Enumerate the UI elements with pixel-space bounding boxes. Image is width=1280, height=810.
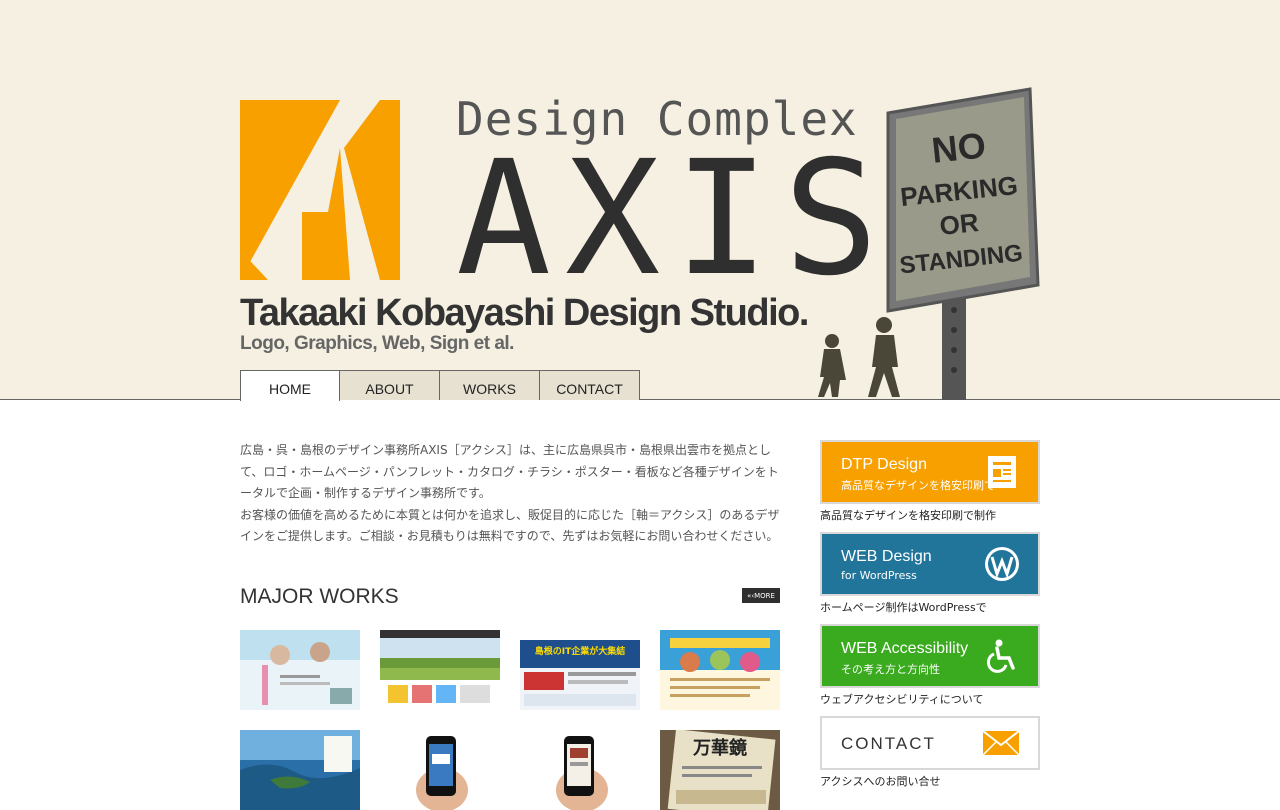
intro-paragraph-1: 広島・呉・島根のデザイン事務所AXIS［アクシス］は、主に広島県呉市・島根県出雲… xyxy=(240,443,779,500)
dtp-design-subtitle: 高品質なデザインを格安印刷で xyxy=(841,479,995,492)
sign-line-3: OR xyxy=(938,207,980,241)
document-icon xyxy=(988,456,1016,488)
work-thumbnail-5[interactable] xyxy=(240,730,360,810)
work-thumbnail-6[interactable] xyxy=(380,730,500,810)
dtp-design-caption[interactable]: 高品質なデザインを格安印刷で制作 xyxy=(820,509,1040,522)
web-design-caption[interactable]: ホームページ制作はWordPressで xyxy=(820,601,1040,614)
work-thumbnail-3[interactable]: 島根のIT企業が大集結 xyxy=(520,630,640,710)
intro-text: 広島・呉・島根のデザイン事務所AXIS［アクシス］は、主に広島県呉市・島根県出雲… xyxy=(240,440,785,548)
dtp-design-title: DTP Design xyxy=(841,456,927,473)
web-accessibility-banner[interactable]: WEB Accessibility その考え方と方向性 xyxy=(820,624,1040,688)
web-design-subtitle: for WordPress xyxy=(841,569,917,582)
no-parking-sign-illustration: NO PARKING OR STANDING xyxy=(818,87,1040,400)
nav-tab-home[interactable]: HOME xyxy=(240,370,340,401)
dtp-design-banner[interactable]: DTP Design 高品質なデザインを格安印刷で xyxy=(820,440,1040,504)
web-design-title: WEB Design xyxy=(841,548,932,565)
contact-banner[interactable]: CONTACT xyxy=(820,716,1040,770)
web-accessibility-title: WEB Accessibility xyxy=(841,640,969,657)
web-accessibility-caption[interactable]: ウェブアクセシビリティについて xyxy=(820,693,1040,706)
work-thumbnail-4[interactable] xyxy=(660,630,780,710)
nav-tab-contact[interactable]: CONTACT xyxy=(540,370,640,400)
web-design-banner[interactable]: WEB Design for WordPress xyxy=(820,532,1040,596)
intro-paragraph-2: お客様の価値を高めるために本質とは何かを追求し、販促目的に応じた［軸＝アクシス］… xyxy=(240,507,780,544)
web-accessibility-subtitle: その考え方と方向性 xyxy=(841,663,940,676)
major-works-heading: MAJOR WORKS xyxy=(240,585,399,608)
more-label: MORE xyxy=(754,591,775,600)
wordpress-icon xyxy=(985,547,1019,581)
sidebar: DTP Design 高品質なデザインを格安印刷で 高品質なデザインを格安印刷で… xyxy=(820,440,1040,798)
studio-name: Takaaki Kobayashi Design Studio. xyxy=(240,292,809,334)
axis-logo-icon[interactable] xyxy=(240,100,400,280)
work-thumbnail-8[interactable]: 万華鏡 xyxy=(660,730,780,810)
contact-caption[interactable]: アクシスへのお問い合せ xyxy=(820,775,1040,788)
work-thumbnail-1[interactable] xyxy=(240,630,360,710)
contact-title: CONTACT xyxy=(841,734,936,753)
work-thumbnail-7[interactable] xyxy=(520,730,640,810)
studio-subtitle: Logo, Graphics, Web, Sign et al. xyxy=(240,333,514,354)
work-thumbnail-2[interactable] xyxy=(380,630,500,710)
thumb-8-title: 万華鏡 xyxy=(692,737,747,759)
works-more-button[interactable]: «‹ MORE xyxy=(742,588,780,603)
sign-line-1: NO xyxy=(930,124,988,170)
wheelchair-icon xyxy=(986,639,1015,673)
envelope-icon xyxy=(982,730,1020,756)
nav-tab-about[interactable]: ABOUT xyxy=(340,370,440,400)
main-nav: HOME ABOUT WORKS CONTACT xyxy=(240,370,640,401)
thumb-3-headline: 島根のIT企業が大集結 xyxy=(535,645,626,657)
nav-tab-works[interactable]: WORKS xyxy=(440,370,540,400)
site-header: Design Complex AXIS Takaaki Kobayashi De… xyxy=(0,0,1280,401)
